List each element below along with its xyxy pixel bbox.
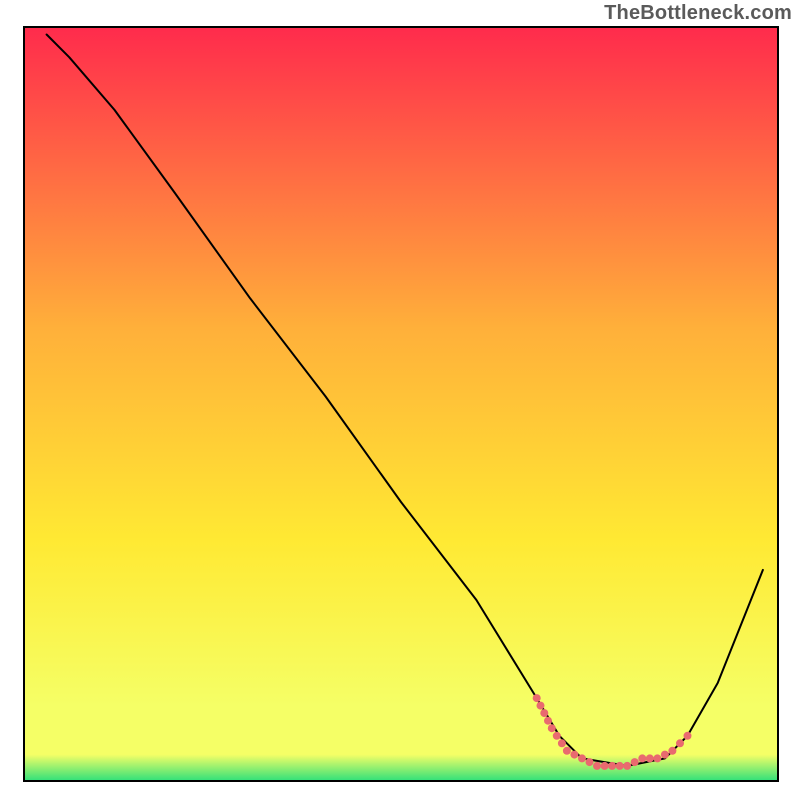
watermark-text: TheBottleneck.com (604, 2, 792, 25)
bottleneck-chart (0, 0, 800, 800)
chart-container: TheBottleneck.com (0, 0, 800, 800)
